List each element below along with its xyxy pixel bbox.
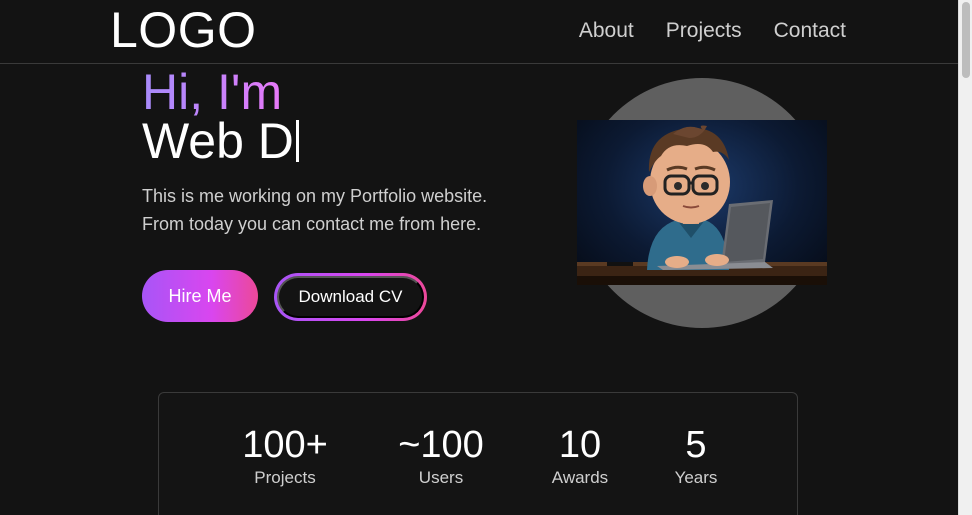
stats-panel: 100+ Projects ~100 Users 10 Awards 5 Yea… xyxy=(158,392,798,515)
nav-link-about[interactable]: About xyxy=(579,17,634,45)
site-header: LOGO About Projects Contact xyxy=(0,0,958,64)
nav-link-projects[interactable]: Projects xyxy=(666,17,742,45)
portfolio-page: LOGO About Projects Contact Hi, I'm Web … xyxy=(0,0,972,515)
stat-label: Projects xyxy=(254,468,316,487)
stat-value: 10 xyxy=(558,424,602,466)
hire-me-button[interactable]: Hire Me xyxy=(142,270,258,322)
page-scrollbar[interactable] xyxy=(958,0,972,515)
typing-cursor xyxy=(295,120,299,162)
stat-years: 5 Years xyxy=(669,423,723,489)
hero-role-typed: Web D xyxy=(142,112,299,170)
download-cv-button-border: Download CV xyxy=(274,273,427,321)
download-cv-button[interactable]: Download CV xyxy=(277,276,424,318)
hero-buttons: Hire Me Download CV xyxy=(142,270,427,322)
hero-role-text: Web D xyxy=(142,113,294,169)
scrollbar-thumb[interactable] xyxy=(962,2,970,78)
hero-description: This is me working on my Portfolio websi… xyxy=(142,182,542,238)
stat-label: Users xyxy=(418,468,464,487)
stat-value: 5 xyxy=(685,424,707,466)
stat-label: Awards xyxy=(551,468,609,487)
hero-illustration xyxy=(577,120,827,285)
site-logo[interactable]: LOGO xyxy=(110,2,256,58)
stat-value: 100+ xyxy=(242,424,328,466)
hero-description-line-1: This is me working on my Portfolio websi… xyxy=(142,186,488,206)
hero-description-line-2: From today you can contact me from here. xyxy=(142,214,482,234)
stat-projects: 100+ Projects xyxy=(241,423,329,489)
stat-users: ~100 Users xyxy=(393,423,489,489)
stat-label: Years xyxy=(674,468,718,487)
main-nav: About Projects Contact xyxy=(579,17,846,45)
stat-value: ~100 xyxy=(398,424,484,466)
nav-link-contact[interactable]: Contact xyxy=(774,17,846,45)
stat-awards: 10 Awards xyxy=(543,423,617,489)
